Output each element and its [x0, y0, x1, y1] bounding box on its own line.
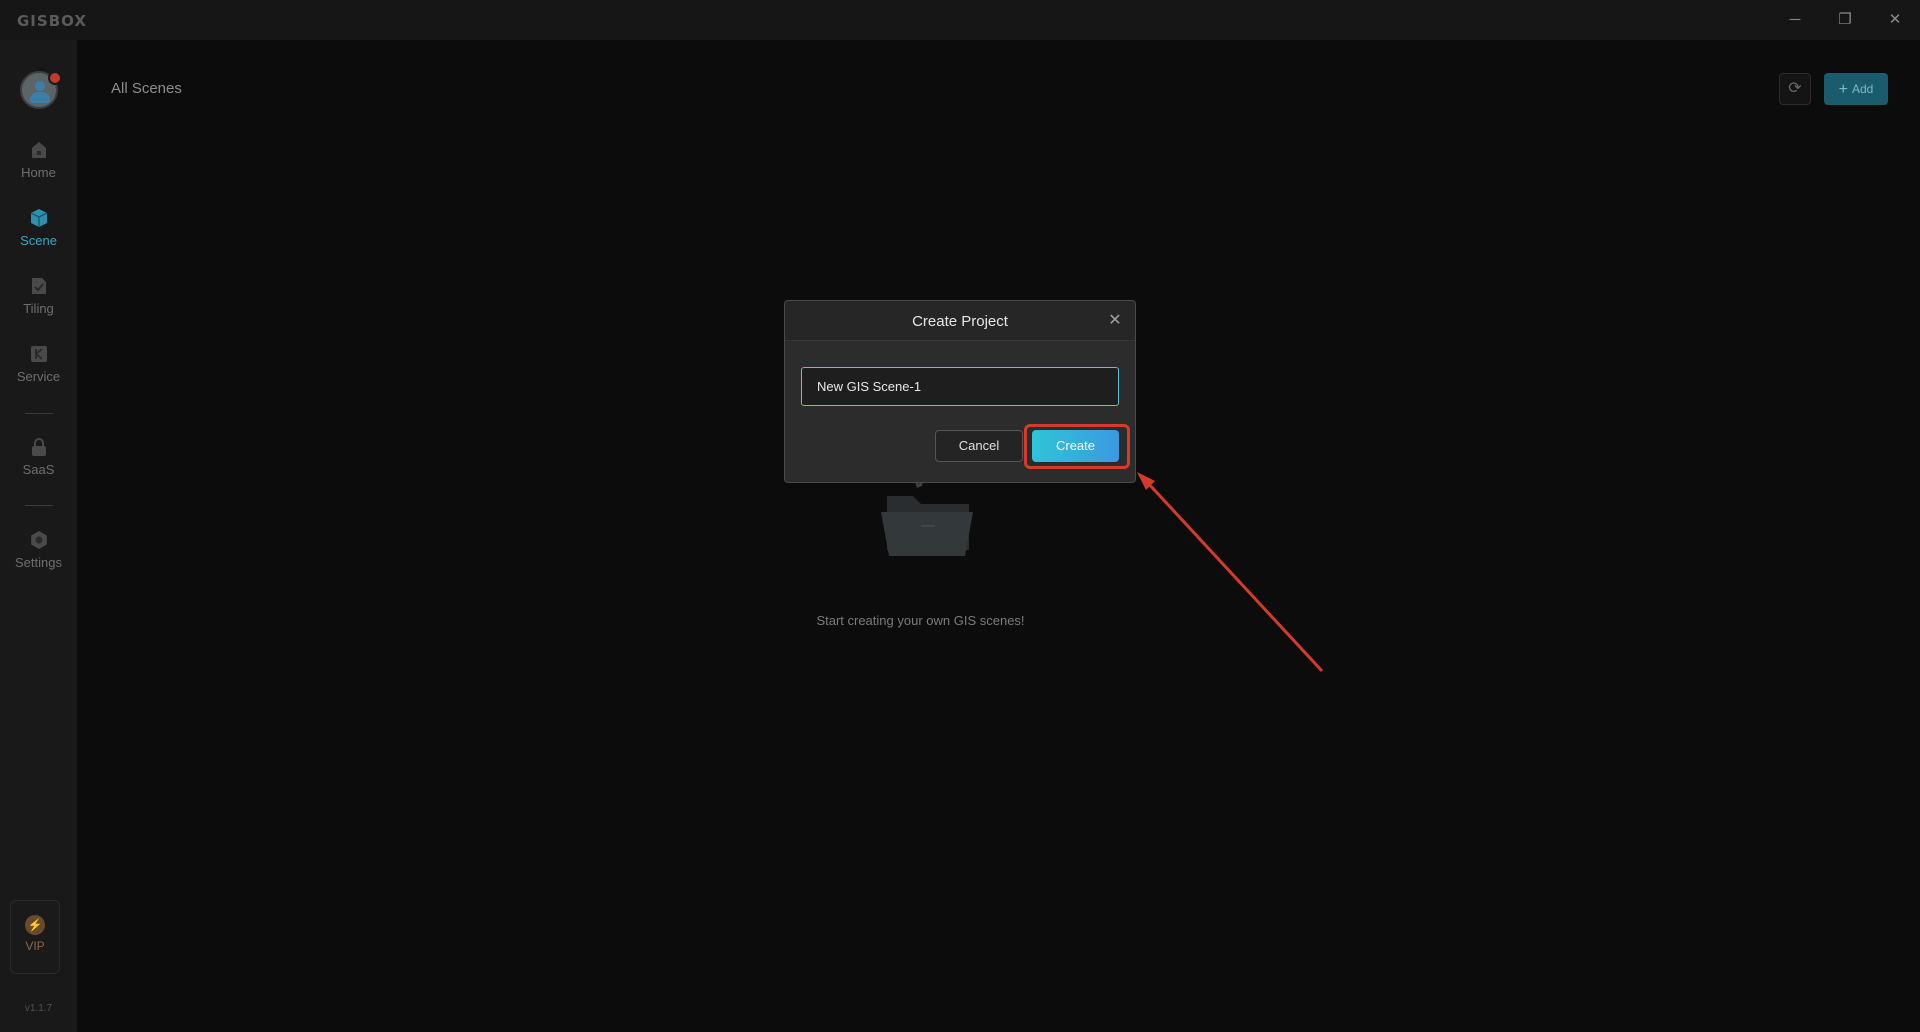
annotation-highlight-box	[1024, 424, 1130, 469]
plus-icon: +	[1838, 81, 1848, 98]
sidebar-item-label: Settings	[15, 555, 62, 570]
add-button-label: Add	[1851, 82, 1874, 96]
vip-button[interactable]: ⚡ VIP	[10, 900, 60, 974]
minimize-button[interactable]: ─	[1782, 8, 1808, 32]
home-icon	[31, 142, 46, 158]
app-version: v1.1.7	[24, 1003, 53, 1014]
sidebar-divider	[25, 413, 53, 414]
restore-button[interactable]: ❐	[1832, 8, 1858, 32]
lock-icon	[31, 438, 46, 456]
sidebar-item-settings[interactable]: Settings	[0, 530, 77, 592]
tiling-icon	[31, 278, 46, 294]
sidebar-item-label: Scene	[20, 233, 57, 248]
service-icon	[30, 346, 47, 362]
sidebar-divider	[25, 505, 53, 506]
cancel-button[interactable]: Cancel	[935, 430, 1023, 462]
sidebar-item-label: Tiling	[23, 301, 54, 316]
lightning-icon: ⚡	[25, 915, 45, 935]
app-logo: GISBOX	[17, 12, 87, 30]
sidebar-item-label: SaaS	[22, 462, 55, 477]
cube-icon	[30, 209, 47, 227]
sidebar-item-home[interactable]: Home	[0, 140, 77, 202]
vip-label: VIP	[25, 939, 45, 953]
avatar-head	[35, 81, 45, 91]
add-button[interactable]: + Add	[1824, 73, 1888, 105]
sidebar-item-saas[interactable]: SaaS	[0, 437, 77, 499]
close-icon[interactable]: ✕	[1105, 311, 1125, 331]
refresh-button[interactable]: ⟳	[1779, 73, 1811, 105]
notification-badge	[48, 71, 62, 85]
sidebar-item-scene[interactable]: Scene	[0, 208, 77, 270]
sidebar-item-tiling[interactable]: Tiling	[0, 276, 77, 338]
empty-state-text: Start creating your own GIS scenes!	[77, 613, 1920, 628]
sidebar-item-label: Service	[16, 369, 61, 384]
dialog-header: Create Project ✕	[785, 301, 1135, 341]
main-content: All Scenes ⟳ + Add	[77, 40, 1920, 1032]
sidebar: Home Scene Tiling Service SaaS Settings …	[0, 40, 77, 1032]
project-name-input[interactable]	[801, 367, 1119, 406]
title-bar: GISBOX ─ ❐ ✕	[0, 0, 1920, 40]
empty-folder-icon	[881, 472, 973, 556]
sidebar-item-service[interactable]: Service	[0, 344, 77, 406]
close-window-button[interactable]: ✕	[1882, 8, 1908, 32]
dialog-title: Create Project	[912, 313, 1008, 330]
refresh-icon: ⟳	[1788, 80, 1802, 97]
empty-state-label: Start creating your own GIS scenes!	[816, 613, 1025, 628]
avatar-body	[30, 92, 50, 103]
gear-icon	[30, 531, 47, 549]
sidebar-item-label: Home	[21, 165, 56, 180]
page-title: All Scenes	[111, 80, 182, 97]
